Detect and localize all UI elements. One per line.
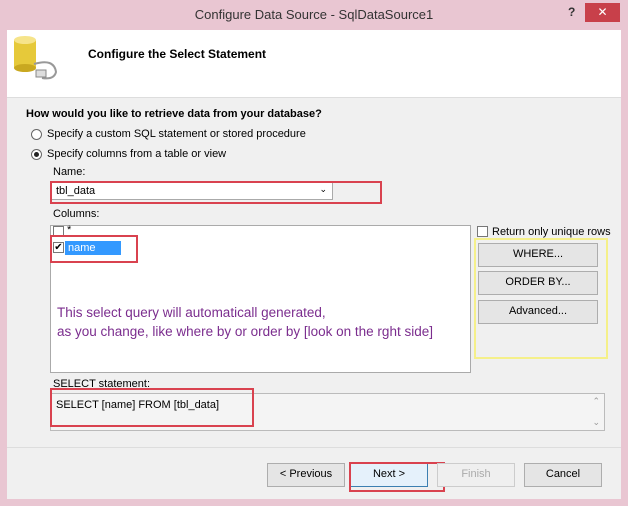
- unique-rows-label: Return only unique rows: [492, 226, 611, 238]
- annotation-text: This select query will automaticall gene…: [57, 303, 433, 341]
- scroll-up-icon[interactable]: ⌃: [592, 396, 600, 407]
- annotation-line: This select query will automaticall gene…: [57, 305, 326, 320]
- order-by-button[interactable]: ORDER BY...: [478, 271, 598, 295]
- columns-label: Columns:: [53, 208, 100, 220]
- callout-name: [50, 181, 382, 204]
- name-label: Name:: [53, 166, 86, 178]
- where-button[interactable]: WHERE...: [478, 243, 598, 267]
- callout-select: [50, 388, 254, 427]
- help-button[interactable]: ?: [568, 5, 575, 19]
- database-icon: [14, 36, 58, 80]
- window-title: Configure Data Source - SqlDataSource1: [194, 7, 434, 22]
- previous-button[interactable]: < Previous: [267, 463, 345, 487]
- footer-divider: [7, 447, 621, 448]
- scroll-down-icon[interactable]: ⌄: [592, 417, 600, 428]
- advanced-button[interactable]: Advanced...: [478, 300, 598, 324]
- close-button[interactable]: ✕: [585, 3, 620, 22]
- radio-specify-columns-label: Specify columns from a table or view: [47, 148, 227, 160]
- callout-next: [349, 462, 445, 492]
- cancel-button[interactable]: Cancel: [524, 463, 602, 487]
- radio-custom-sql-label: Specify a custom SQL statement or stored…: [47, 128, 306, 140]
- question-label: How would you like to retrieve data from…: [26, 108, 322, 120]
- finish-button[interactable]: Finish: [437, 463, 515, 487]
- wizard-step-title: Configure the Select Statement: [88, 47, 267, 61]
- callout-column: [50, 235, 138, 263]
- annotation-line: as you change, like where by or order by…: [57, 324, 433, 339]
- radio-custom-sql[interactable]: [31, 129, 42, 140]
- radio-specify-columns[interactable]: [31, 149, 42, 160]
- unique-rows-checkbox[interactable]: [477, 226, 488, 237]
- wizard-header: [7, 30, 621, 98]
